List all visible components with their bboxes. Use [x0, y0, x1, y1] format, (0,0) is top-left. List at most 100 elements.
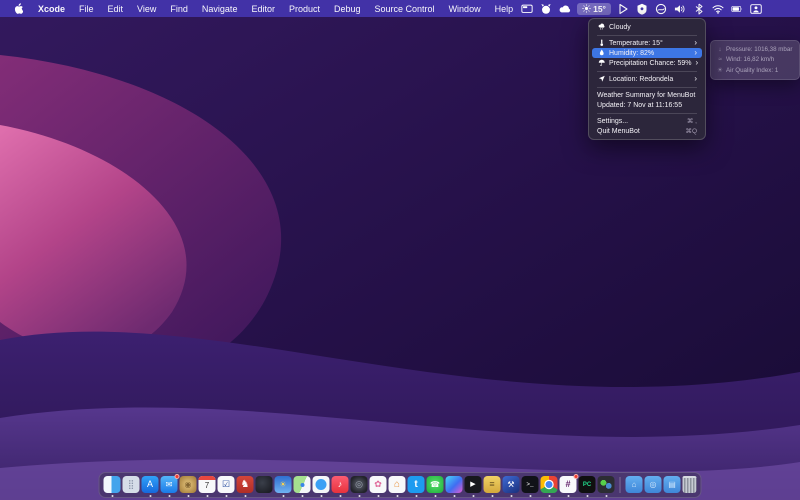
dock-icon-safari[interactable] [312, 476, 330, 493]
sun-icon [582, 4, 591, 13]
dock-icon-weather[interactable]: ☀ [274, 476, 292, 493]
dock-icon-whatsapp[interactable]: ☎ [426, 476, 444, 493]
shield-icon[interactable] [635, 2, 649, 16]
dock-icon-lens-app[interactable]: ◎ [350, 476, 368, 493]
pressure-icon: ↓ [718, 45, 722, 53]
play-icon[interactable] [616, 2, 630, 16]
air-quality-icon: ☀ [717, 67, 723, 75]
user-switch-icon[interactable] [749, 2, 763, 16]
pet-face-icon[interactable] [539, 2, 553, 16]
dock-icon-pycharm[interactable]: PC [578, 476, 596, 493]
dock-icon-folder-home[interactable]: ⌂ [625, 476, 643, 493]
display-icon[interactable] [520, 2, 534, 16]
submenu-item-wind: ≈ Wind: 16,82 km/h [711, 55, 799, 66]
menu-item-temperature[interactable]: Temperature: 15° › [592, 38, 702, 48]
calendar-glyph: 7 [204, 481, 210, 490]
submenu-chevron-icon: › [695, 58, 699, 67]
menu-bar-status-area: 15° [520, 2, 763, 16]
menu-separator [597, 112, 697, 114]
dock-icon-app-store[interactable]: A [141, 476, 159, 493]
menu-item-quit[interactable]: Quit MenuBot ⌘Q [592, 126, 702, 136]
menu-item-humidity[interactable]: Humidity: 82% › [592, 48, 702, 58]
dock-icon-folder-apps[interactable]: ◎ [644, 476, 662, 493]
menubar-menu-editor[interactable]: Editor [244, 4, 282, 14]
menubar-menu-debug[interactable]: Debug [327, 4, 368, 14]
menubar-menu-product[interactable]: Product [282, 4, 327, 14]
folder-apps-glyph: ◎ [649, 479, 657, 489]
menubar-menu-view[interactable]: View [130, 4, 163, 14]
menubar-menu-find[interactable]: Find [163, 4, 195, 14]
dock-icon-folder-docs[interactable]: ▤ [663, 476, 681, 493]
menubar-menu-help[interactable]: Help [488, 4, 521, 14]
menu-item-label: Precipitation Chance: 59% [609, 59, 692, 67]
dock-icon-yellow-tool[interactable]: ≡ [483, 476, 501, 493]
dock-icon-home[interactable]: ⌂ [388, 476, 406, 493]
dock-icon-mail[interactable]: ✉ [160, 474, 180, 493]
menu-item-location[interactable]: Location: Redondela › [592, 74, 702, 84]
menu-item-precipitation[interactable]: Precipitation Chance: 59% › [592, 58, 702, 68]
dock-icon-sims-game[interactable] [597, 476, 615, 493]
mail-glyph: ✉ [165, 479, 173, 489]
dock-icon-reminders[interactable]: ☑ [217, 476, 235, 493]
dock-icon-xcode[interactable]: ⚒ [502, 476, 520, 493]
menu-bar-left: Xcode File Edit View Find Navigate Editor Produ… [10, 3, 520, 14]
menu-item-label: Location: Redondela [609, 75, 674, 83]
dock-icon-maps[interactable] [293, 476, 311, 493]
battery-icon[interactable] [730, 2, 744, 16]
cloud-rain-icon [597, 23, 606, 31]
dock-icon-twitter[interactable]: t [407, 476, 425, 493]
dock-icon-chrome[interactable] [540, 476, 558, 493]
reminders-glyph: ☑ [221, 479, 231, 489]
safari-center [315, 479, 327, 490]
menu-item-settings[interactable]: Settings... ⌘ , [592, 116, 702, 126]
terminal-glyph: >_ [526, 480, 534, 488]
thermometer-icon [597, 39, 606, 47]
menubar-menu-navigate[interactable]: Navigate [195, 4, 245, 14]
wifi-icon[interactable] [711, 2, 725, 16]
dock-icon-calendar[interactable]: 7 [198, 476, 216, 493]
twitter-glyph: t [414, 478, 418, 490]
dock-icon-finder[interactable] [103, 476, 121, 493]
volume-icon[interactable] [673, 2, 687, 16]
chrome-center [545, 481, 553, 488]
dock-icon-photos[interactable]: ✿ [369, 476, 387, 493]
menubar-temperature: 15° [593, 3, 606, 14]
dock-icon-dark-game[interactable] [255, 476, 273, 493]
photos-glyph: ✿ [374, 479, 382, 489]
dock-icon-shortcuts[interactable] [445, 476, 463, 493]
weather-status-item[interactable]: 15° [577, 2, 611, 15]
dock-icon-music[interactable]: ♪ [331, 476, 349, 493]
submenu-item-label: Pressure: 1016,38 mbar [726, 45, 793, 53]
menubar-menu-file[interactable]: File [72, 4, 101, 14]
dock-icon-launchpad[interactable]: ⣿ [122, 476, 140, 493]
menubar-menu-source-control[interactable]: Source Control [368, 4, 442, 14]
calendar-red-bar [198, 476, 216, 480]
xcode-glyph: ⚒ [507, 479, 515, 489]
dock-icon-gold-app[interactable]: ◉ [179, 476, 197, 493]
status-circle-icon[interactable] [654, 2, 668, 16]
humidity-submenu: ↓ Pressure: 1016,38 mbar ≈ Wind: 16,82 km/h… [710, 40, 800, 80]
menu-item-cloudy[interactable]: Cloudy [592, 22, 702, 32]
submenu-item-pressure: ↓ Pressure: 1016,38 mbar [711, 44, 799, 55]
menubar-menu-xcode[interactable]: Xcode [31, 4, 72, 14]
menu-separator [597, 86, 697, 88]
gold-app-glyph: ◉ [184, 479, 192, 489]
cloud-icon[interactable] [558, 2, 572, 16]
pycharm-glyph: PC [582, 481, 592, 488]
menu-item-label: Cloudy [609, 23, 631, 31]
dock-icon-trash[interactable] [682, 476, 697, 493]
menubar-menu-window[interactable]: Window [442, 4, 488, 14]
menu-item-label: Quit MenuBot [597, 127, 640, 135]
dock-icon-slack[interactable]: # [559, 474, 579, 493]
dock-icon-chess[interactable]: ♞ [236, 476, 254, 493]
apple-menu-icon[interactable] [10, 3, 31, 14]
menu-item-shortcut: ⌘Q [685, 128, 697, 135]
submenu-chevron-icon: › [694, 48, 697, 57]
dock-icon-terminal[interactable]: >_ [521, 476, 539, 493]
app-store-glyph: A [146, 479, 153, 489]
submenu-item-label: Wind: 16,82 km/h [726, 56, 775, 64]
dock-icon-tv[interactable]: ▶ [464, 476, 482, 493]
menubar-menu-edit[interactable]: Edit [101, 4, 131, 14]
yellow-tool-glyph: ≡ [489, 479, 495, 489]
bluetooth-icon[interactable] [692, 2, 706, 16]
